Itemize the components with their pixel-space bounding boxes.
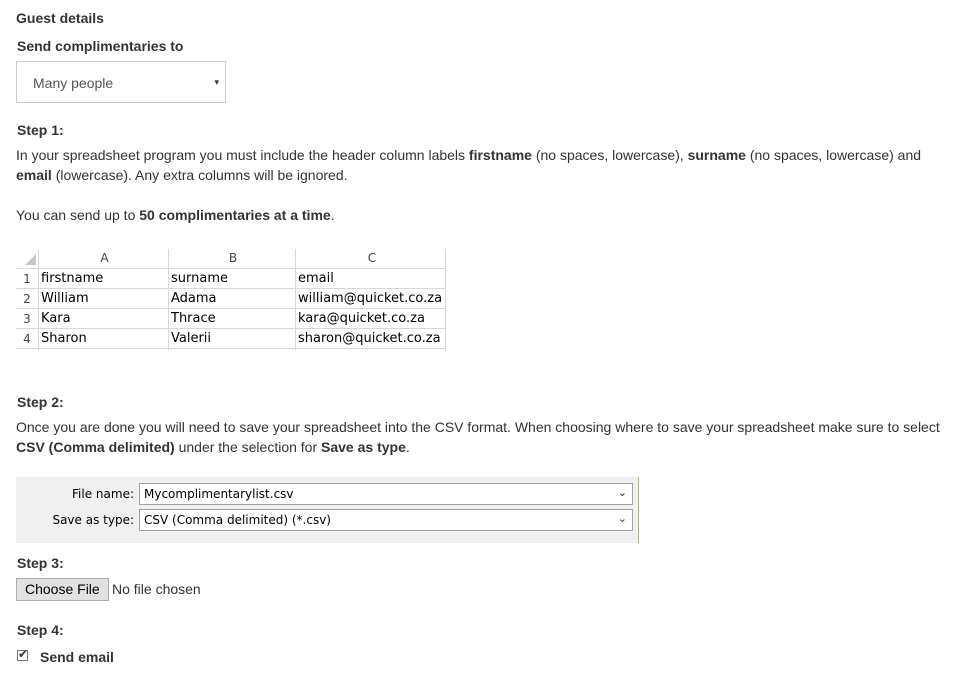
cell: firstname (41, 271, 104, 286)
spreadsheet-row: 1 firstname surname email (16, 269, 446, 289)
cell: Kara (41, 311, 71, 326)
cell: Adama (171, 291, 217, 306)
save-type-label: Save as type: (52, 513, 134, 527)
file-name-value: Mycomplimentarylist.csv (144, 487, 294, 501)
spreadsheet-example: A B C 1 firstname surname email 2 Willia… (16, 249, 446, 351)
step3-heading: Step 3: (17, 555, 64, 571)
cell: Thrace (171, 311, 216, 326)
checkmark-icon: ✔ (18, 647, 29, 661)
chevron-down-icon: ⌄ (617, 512, 627, 525)
step1-limit-text: You can send up to 50 complimentaries at… (16, 207, 335, 223)
grid-line (16, 288, 446, 289)
grid-line (445, 249, 446, 351)
send-to-label: Send complimentaries to (17, 38, 184, 54)
column-header-c: C (367, 251, 377, 265)
file-status-text: No file chosen (112, 581, 201, 597)
spreadsheet-header-row: A B C (16, 249, 446, 268)
cell: surname (171, 271, 228, 286)
step2-instructions: Once you are done you will need to save … (16, 419, 940, 455)
grid-line (16, 348, 446, 349)
grid-line (295, 249, 296, 351)
step2-heading: Step 2: (17, 394, 64, 410)
step4-heading: Step 4: (17, 622, 64, 638)
grid-line (38, 249, 39, 351)
save-type-field: CSV (Comma delimited) (*.csv) ⌄ (139, 509, 633, 531)
chevron-down-icon: ▾ (214, 77, 219, 87)
file-name-field: Mycomplimentarylist.csv ⌄ (139, 483, 633, 505)
cell: email (298, 271, 334, 286)
row-number: 1 (23, 272, 31, 286)
column-header-a: A (100, 251, 109, 265)
row-number: 3 (23, 312, 31, 326)
grid-line (16, 308, 446, 309)
chevron-down-icon: ⌄ (617, 486, 627, 499)
cell: sharon@quicket.co.za (298, 331, 441, 346)
spreadsheet-row: 3 Kara Thrace kara@quicket.co.za (16, 309, 446, 329)
spreadsheet-row: 4 Sharon Valerii sharon@quicket.co.za (16, 329, 446, 349)
spreadsheet-row: 2 William Adama william@quicket.co.za (16, 289, 446, 309)
select-all-corner-icon (25, 254, 36, 265)
send-to-select[interactable]: Many people ▾ (16, 61, 226, 103)
save-dialog-example: File name: Mycomplimentarylist.csv ⌄ Sav… (16, 477, 639, 543)
step1-instructions: In your spreadsheet program you must inc… (16, 147, 922, 183)
send-email-label[interactable]: Send email (40, 649, 114, 665)
save-type-value: CSV (Comma delimited) (*.csv) (144, 513, 331, 527)
file-name-label: File name: (72, 487, 134, 501)
section-title: Guest details (16, 10, 104, 26)
cell: Sharon (41, 331, 87, 346)
cell: william@quicket.co.za (298, 291, 443, 306)
send-email-checkbox[interactable]: ✔ (17, 647, 29, 661)
grid-line (168, 249, 169, 351)
cell: kara@quicket.co.za (298, 311, 425, 326)
grid-line (16, 328, 446, 329)
send-to-selected-value: Many people (33, 75, 114, 91)
cell: Valerii (171, 331, 212, 346)
step1-heading: Step 1: (17, 122, 64, 138)
row-number: 2 (23, 292, 31, 306)
column-header-b: B (228, 251, 238, 265)
choose-file-button[interactable]: Choose File (16, 578, 109, 601)
cell: William (41, 291, 89, 306)
row-number: 4 (23, 332, 31, 346)
grid-line (16, 268, 446, 269)
